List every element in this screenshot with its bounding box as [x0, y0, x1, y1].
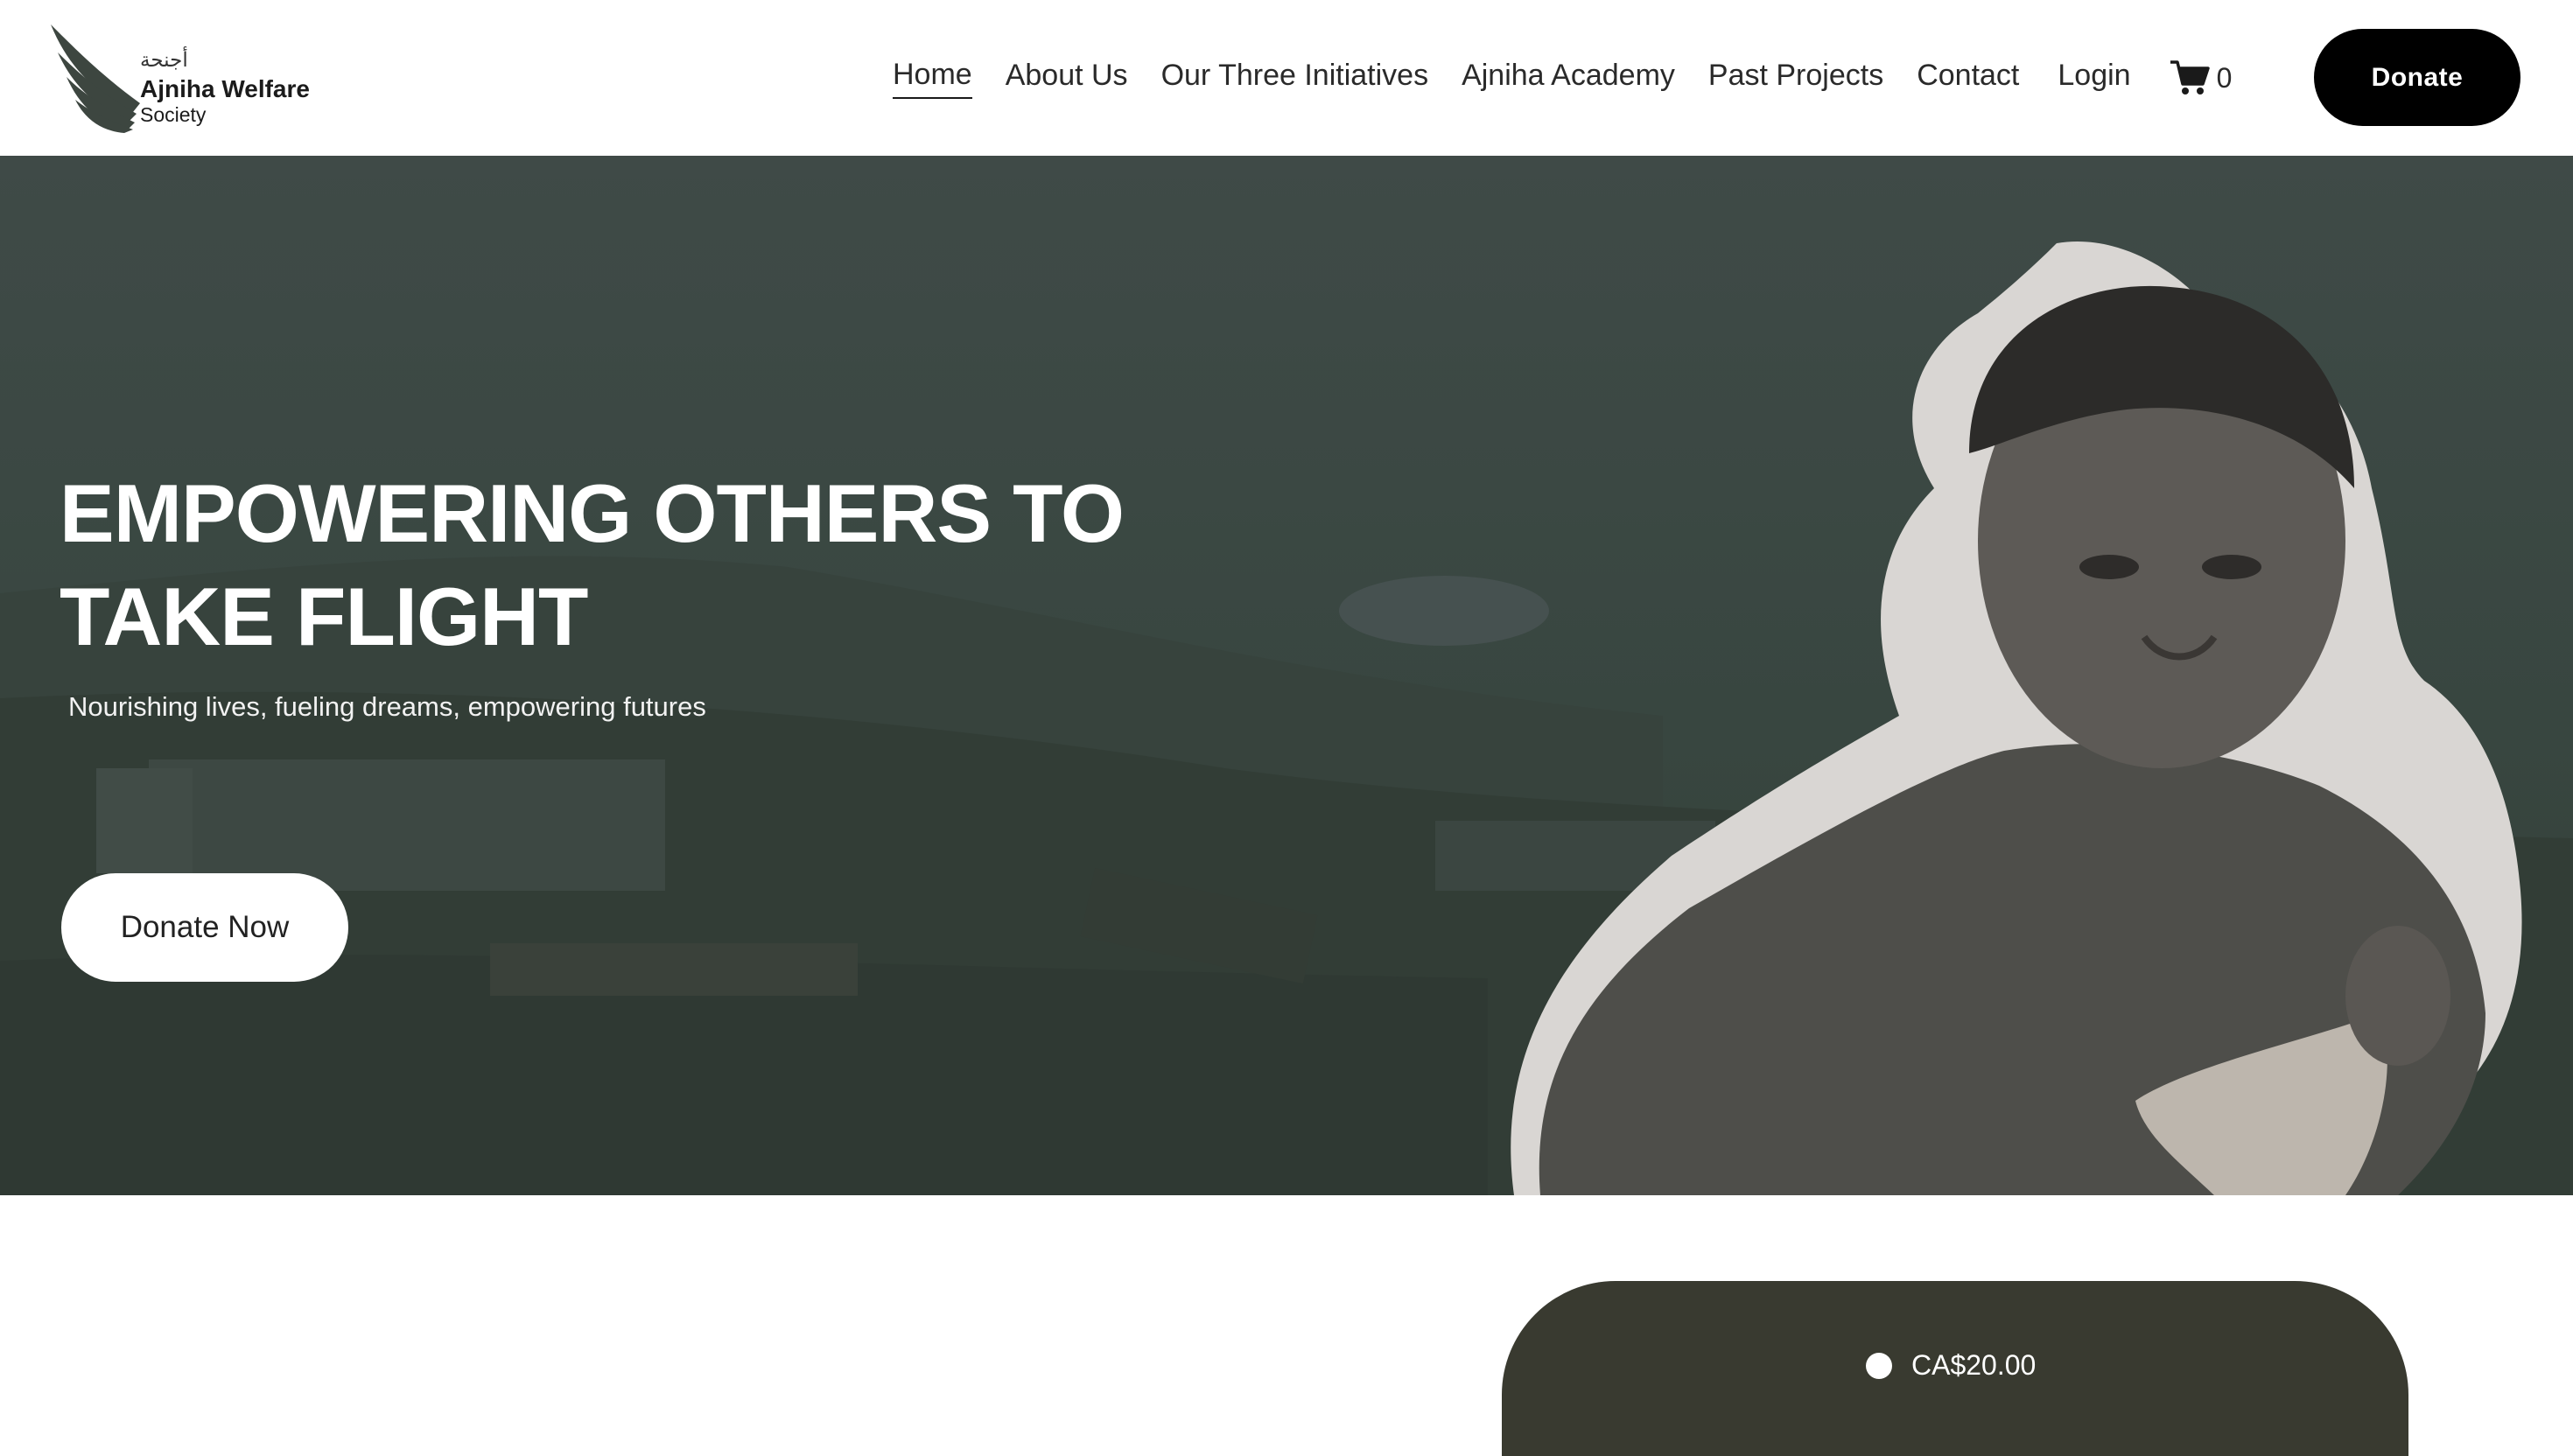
nav-past-projects[interactable]: Past Projects — [1708, 59, 1883, 98]
hero-title-line2: TAKE FLIGHT — [60, 570, 588, 662]
login-link[interactable]: Login — [2058, 59, 2130, 98]
nav-ajniha-academy[interactable]: Ajniha Academy — [1462, 59, 1675, 98]
site-header: أجنحة Ajniha Welfare Society Home About … — [0, 0, 2573, 156]
nav-contact[interactable]: Contact — [1917, 59, 2019, 98]
brand-subtitle: Society — [140, 103, 207, 126]
donation-amount-label: CA$20.00 — [1911, 1349, 2037, 1381]
hero-section: EMPOWERING OTHERS TO TAKE FLIGHT Nourish… — [0, 156, 2573, 1195]
brand-name: Ajniha Welfare — [140, 75, 310, 102]
main-nav: Home About Us Our Three Initiatives Ajni… — [893, 56, 2232, 100]
hero-title-line1: EMPOWERING OTHERS TO — [60, 467, 1125, 559]
donation-amount-option[interactable]: CA$20.00 — [1866, 1349, 2036, 1382]
wing-logo-icon — [51, 24, 140, 133]
brand-logo[interactable]: أجنحة Ajniha Welfare Society — [49, 23, 329, 133]
cart-count: 0 — [2216, 61, 2233, 94]
nav-our-three-initiatives[interactable]: Our Three Initiatives — [1161, 59, 1429, 98]
donate-button[interactable]: Donate — [2314, 29, 2520, 126]
nav-about-us[interactable]: About Us — [1006, 59, 1128, 98]
hero-child-photo — [1511, 242, 2522, 1195]
hero-title: EMPOWERING OTHERS TO TAKE FLIGHT — [60, 462, 1197, 668]
hero-subtitle: Nourishing lives, fueling dreams, empowe… — [68, 691, 706, 722]
nav-home[interactable]: Home — [893, 58, 972, 99]
radio-icon[interactable] — [1866, 1352, 1892, 1379]
cart-button[interactable]: 0 — [2170, 60, 2233, 96]
donate-now-button[interactable]: Donate Now — [61, 873, 348, 982]
cart-icon — [2170, 60, 2210, 94]
brand-arabic-name: أجنحة — [140, 49, 188, 72]
